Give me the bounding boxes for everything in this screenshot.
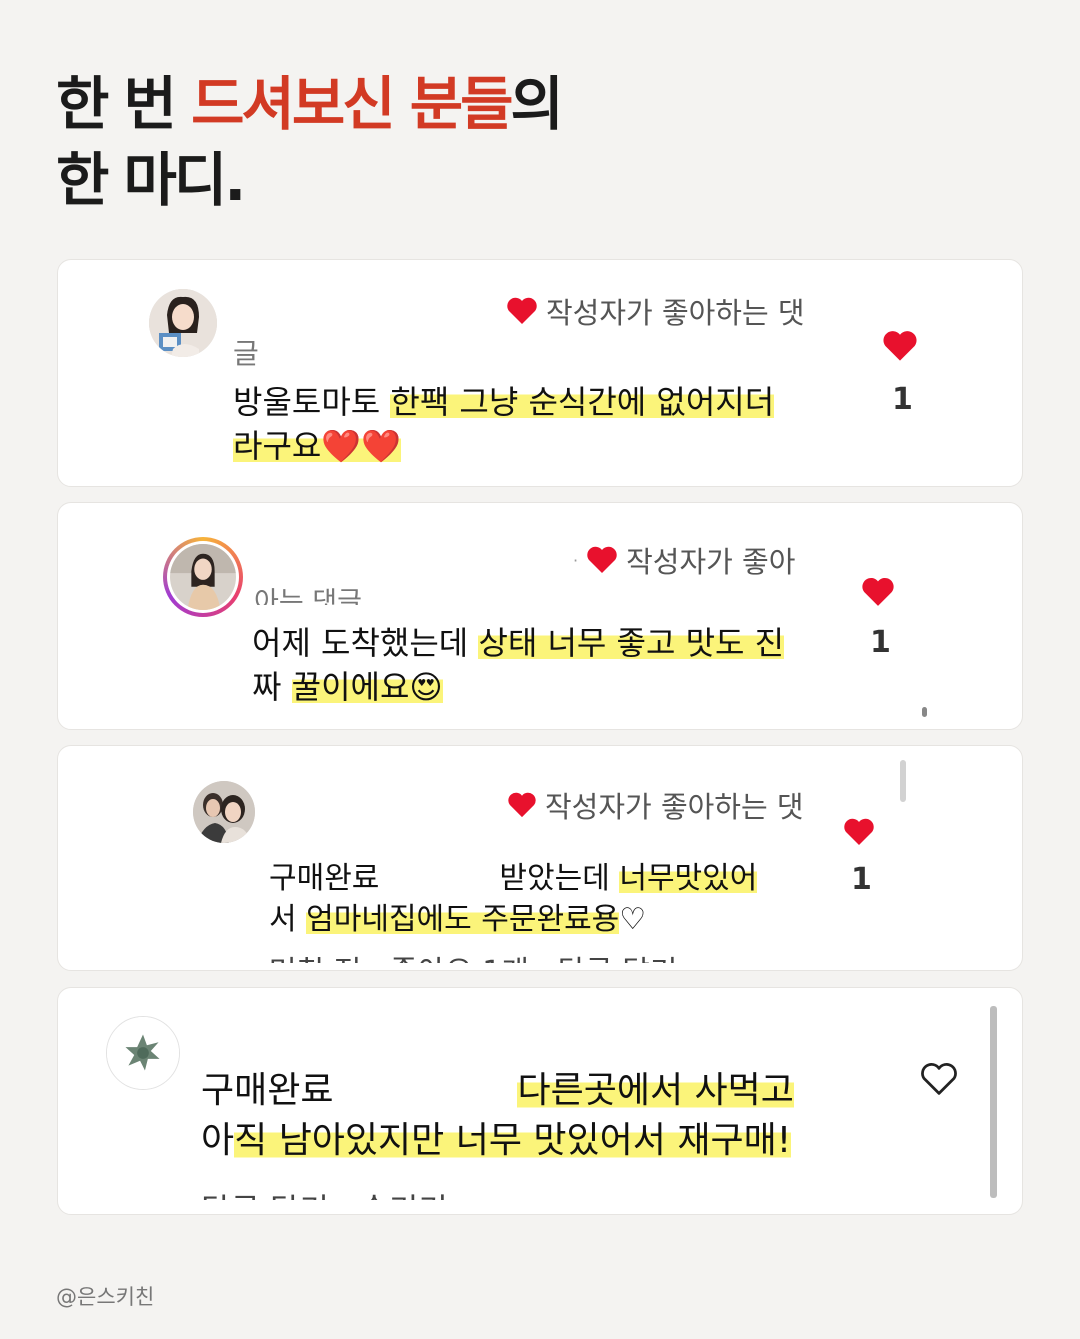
- headline-accent: 드셔보신 분들: [191, 70, 513, 138]
- comment-plain: 짜: [252, 668, 292, 706]
- comment-highlight: 라구요❤️❤️: [233, 427, 402, 465]
- comment-line: 구매완료 받았는데 너무맛있어: [269, 858, 758, 899]
- avatar[interactable]: [193, 781, 255, 843]
- avatar[interactable]: [149, 289, 217, 357]
- comment-plain: 아: [201, 1120, 235, 1161]
- liked-label-text: 작성자가 좋아: [626, 545, 796, 579]
- comment-plain: 서: [269, 902, 307, 937]
- comment-line: 방울토마토 한팩 그냥 순식간에 없어지더: [233, 380, 775, 424]
- heart-icon: [508, 792, 536, 818]
- liked-label-text: 작성자가 좋아하는 댓: [545, 790, 804, 824]
- credit: @은스키친: [56, 1285, 155, 1309]
- scrollbar[interactable]: [990, 1006, 997, 1198]
- comment-line: 서 엄마네집에도 주문완료용♡: [269, 899, 757, 940]
- heart-icon: [587, 546, 617, 573]
- comment-card-2: · 작성자가 좋아 아는 댓글 어제 도착했는데 상태 너무 좋고 맛도 진 짜…: [57, 502, 1023, 730]
- comment-meta-cut: 답글 달기 · 숨기기: [201, 1188, 448, 1200]
- comment-plain: 구매완료: [201, 1070, 334, 1111]
- avatar[interactable]: [106, 1016, 180, 1090]
- liked-by-author-label: 작성자가 좋아하는 댓: [506, 290, 805, 332]
- heart-outline-icon[interactable]: [919, 1061, 959, 1097]
- comment-card-3: 작성자가 좋아하는 댓 구매완료 받았는데 너무맛있어 서 엄마네집에도 주문완료…: [57, 745, 1023, 971]
- comment-text: 구매완료 다른곳에서 사먹고 아직 남아있지만 너무 맛있어서 재구매!: [201, 1066, 794, 1166]
- comment-line: 아직 남아있지만 너무 맛있어서 재구매!: [201, 1116, 794, 1166]
- liked-by-author-label: · 작성자가 좋아: [573, 539, 795, 581]
- avatar-story-ring[interactable]: [163, 537, 243, 617]
- comment-text: 방울토마토 한팩 그냥 순식간에 없어지더 라구요❤️❤️: [233, 380, 775, 468]
- headline-text: 의: [510, 70, 563, 138]
- headline-text: 한 번: [56, 70, 192, 138]
- comment-highlight: 직 남아있지만 너무 맛있어서 재구매!: [234, 1120, 792, 1161]
- heart-icon[interactable]: [882, 330, 918, 362]
- headline: 한 번 드셔보신 분들의 한 마디.: [56, 66, 564, 218]
- comment-line: 짜 꿀이에요😍: [252, 665, 784, 709]
- comment-line: 구매완료 다른곳에서 사먹고: [201, 1066, 794, 1116]
- scrollbar-fragment[interactable]: [922, 707, 927, 717]
- headline-line-1: 한 번 드셔보신 분들의: [56, 66, 564, 142]
- comment-line: 어제 도착했는데 상태 너무 좋고 맛도 진: [252, 621, 785, 665]
- comment-plain: 방울토마토: [233, 383, 391, 421]
- comment-plain: 받았는데: [499, 861, 620, 896]
- heart-icon[interactable]: [843, 818, 875, 846]
- comment-meta-cut: 며칠 전 · 좋아요 1개 · 답글 달기: [269, 951, 678, 963]
- comment-highlight: 엄마네집에도 주문완료용: [306, 902, 620, 937]
- label-fragment: 아는 댓글: [254, 587, 362, 605]
- like-count: 1: [870, 625, 891, 660]
- headline-line-2: 한 마디.: [56, 146, 246, 214]
- dot: ·: [573, 550, 579, 570]
- comment-text: 구매완료 받았는데 너무맛있어 서 엄마네집에도 주문완료용♡: [269, 858, 758, 940]
- comment-card-4: 구매완료 다른곳에서 사먹고 아직 남아있지만 너무 맛있어서 재구매! 답글 달…: [57, 987, 1023, 1215]
- comment-line: 라구요❤️❤️: [233, 424, 774, 468]
- label-fragment: 글: [233, 337, 259, 370]
- heart-icon: [507, 297, 537, 324]
- liked-label-text: 작성자가 좋아하는 댓: [546, 296, 805, 330]
- like-count: 1: [892, 382, 913, 417]
- comment-text: 어제 도착했는데 상태 너무 좋고 맛도 진 짜 꿀이에요😍: [252, 621, 785, 709]
- comment-highlight: 다른곳에서 사먹고: [517, 1070, 794, 1111]
- comment-plain: 구매완료: [269, 861, 380, 896]
- comment-highlight: 꿀이에요😍: [291, 668, 443, 706]
- liked-by-author-label: 작성자가 좋아하는 댓: [507, 784, 804, 826]
- comment-highlight: 상태 너무 좋고 맛도 진: [478, 624, 785, 662]
- comment-highlight: 한팩 그냥 순식간에 없어지더: [390, 383, 775, 421]
- scrollbar[interactable]: [900, 760, 906, 802]
- comment-card-1: 작성자가 좋아하는 댓 글 방울토마토 한팩 그냥 순식간에 없어지더 라구요❤…: [57, 259, 1023, 487]
- like-count: 1: [851, 862, 872, 897]
- comment-highlight: 너무맛있어: [619, 861, 758, 896]
- comment-plain: 어제 도착했는데: [252, 624, 479, 662]
- comment-plain: ♡: [619, 902, 647, 937]
- avatar: [167, 541, 239, 613]
- heart-icon[interactable]: [861, 577, 895, 607]
